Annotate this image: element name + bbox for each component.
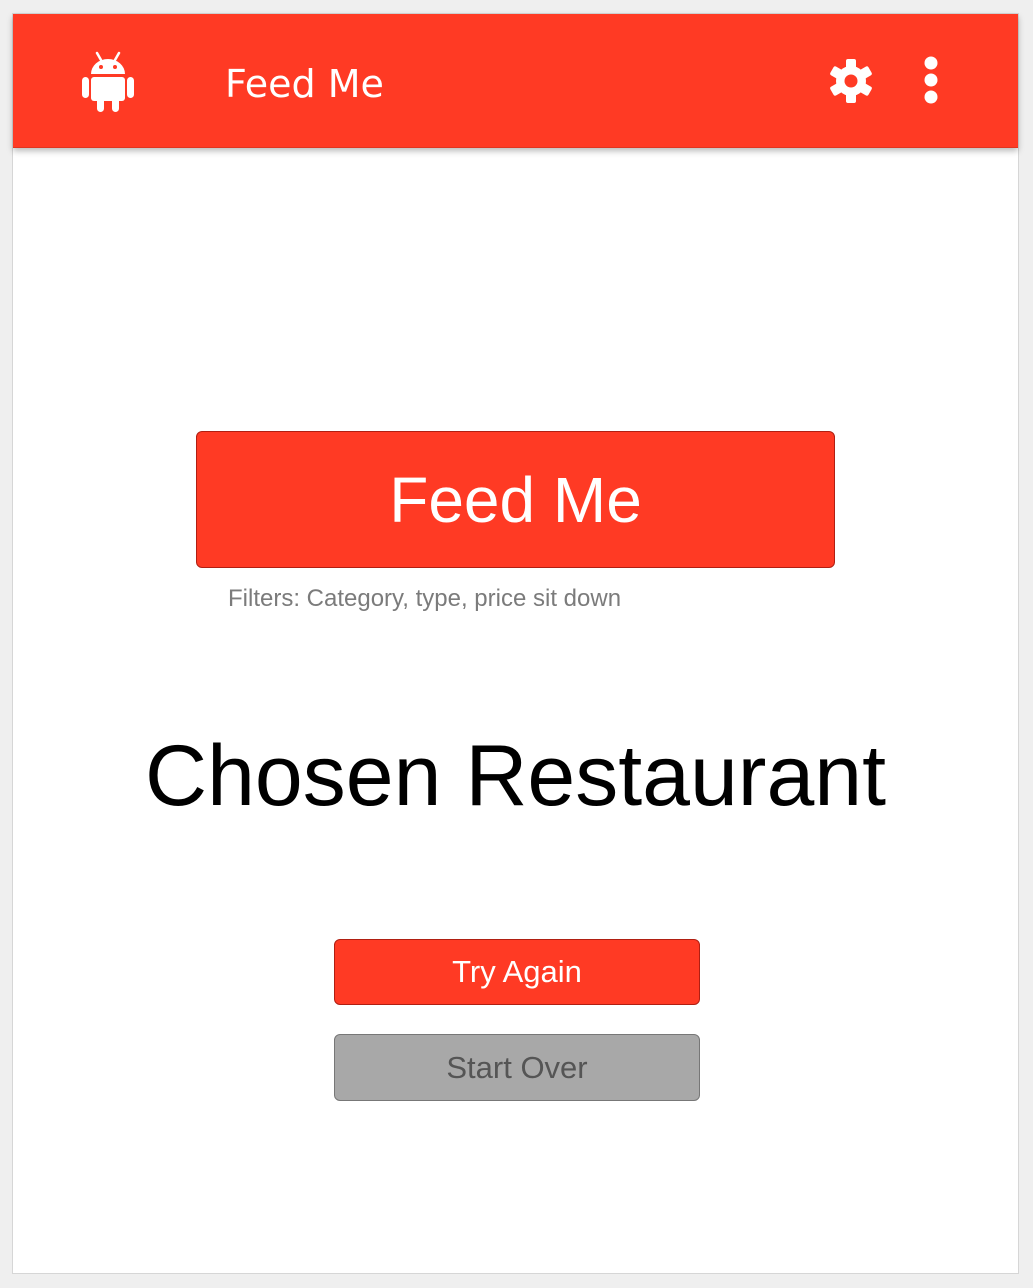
app-title: Feed Me xyxy=(225,62,384,106)
more-vert-icon xyxy=(918,56,944,110)
gear-icon xyxy=(828,59,874,108)
app-bar: Feed Me xyxy=(13,14,1018,148)
more-options-button[interactable] xyxy=(918,56,944,106)
start-over-button[interactable]: Start Over xyxy=(334,1034,700,1101)
feed-me-button[interactable]: Feed Me xyxy=(196,431,835,568)
app-window: Feed Me Feed Me Filters: Category, type,… xyxy=(12,13,1019,1274)
settings-button[interactable] xyxy=(828,58,874,104)
android-icon xyxy=(81,50,135,112)
chosen-restaurant-text: Chosen Restaurant xyxy=(145,728,886,824)
try-again-button[interactable]: Try Again xyxy=(334,939,700,1005)
filters-label: Filters: Category, type, price sit down xyxy=(228,585,622,612)
